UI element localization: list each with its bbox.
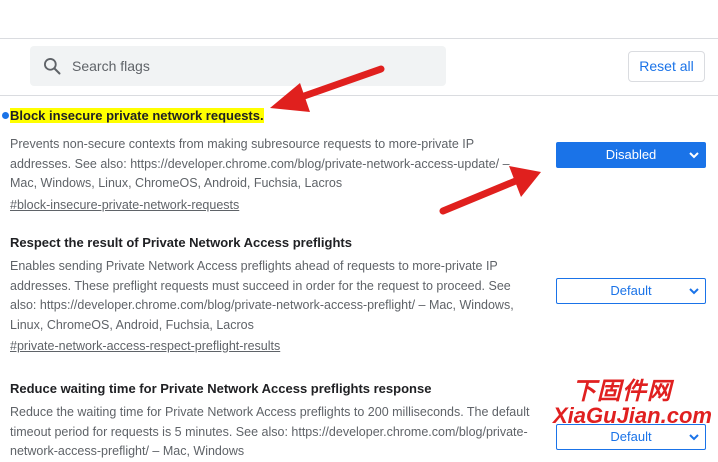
flag-description: Reduce the waiting time for Private Netw… (10, 405, 530, 458)
flag-description: Prevents non-secure contexts from making… (10, 137, 510, 190)
flags-header: Reset all (0, 39, 718, 96)
flag-select-block-insecure[interactable]: Disabled (556, 142, 706, 168)
flag-select-respect-preflight[interactable]: Default (556, 278, 706, 304)
flag-reduce-preflight-waiting-time: Reduce waiting time for Private Network … (10, 381, 538, 462)
flag-anchor-link[interactable]: #private-network-access-respect-prefligh… (10, 337, 280, 356)
watermark-site: XiaGuJian.com (553, 403, 712, 428)
search-icon (44, 57, 61, 75)
watermark-chinese: 下固件网 (572, 378, 672, 405)
flag-description: Enables sending Private Network Access p… (10, 259, 514, 332)
flag-anchor-link[interactable]: #block-insecure-private-network-requests (10, 196, 239, 215)
search-box[interactable] (30, 46, 446, 86)
chevron-down-icon (689, 143, 699, 167)
flag-block-insecure-private-network-requests: Block insecure private network requests.… (2, 108, 538, 215)
flag-private-network-access-respect-preflight: Respect the result of Private Network Ac… (10, 235, 538, 356)
reset-all-button[interactable]: Reset all (628, 51, 705, 82)
flag-title: Block insecure private network requests. (10, 108, 264, 123)
chevron-down-icon (689, 279, 699, 303)
flag-title: Respect the result of Private Network Ac… (10, 235, 352, 250)
top-strip (0, 0, 718, 39)
search-input[interactable] (70, 57, 414, 75)
select-value: Default (610, 283, 652, 298)
flag-title: Reduce waiting time for Private Network … (10, 381, 432, 396)
select-value: Disabled (605, 147, 657, 162)
modified-indicator-dot (2, 112, 9, 119)
